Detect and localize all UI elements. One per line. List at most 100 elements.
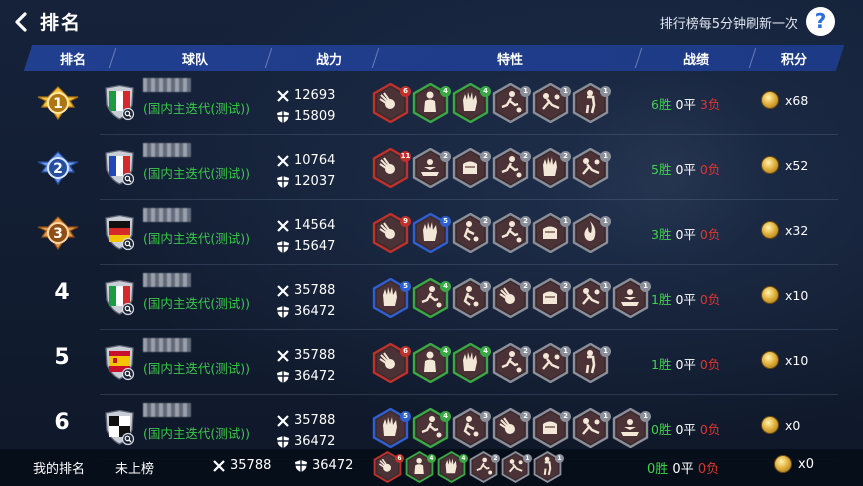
defense-stat: 36472 <box>276 304 335 319</box>
stand-trait-icon[interactable]: 1 <box>533 451 564 483</box>
column-record: 战绩 <box>682 53 710 68</box>
trait-level-badge: 5 <box>400 281 411 292</box>
match-record: 1胜 0平 0负 <box>651 289 720 308</box>
ranking-row[interactable]: 3 (国内主迭代(测试)) 14564 15647 9 5 2 2 1 1 3胜… <box>0 201 863 265</box>
glove-trait-icon[interactable]: 5 <box>372 408 411 448</box>
rank-number: 4 <box>54 280 70 305</box>
glove-trait-icon[interactable]: 2 <box>532 148 571 188</box>
team-server: (国内主迭代(测试)) <box>143 166 251 181</box>
ball-trait-icon[interactable]: 11 <box>372 148 411 188</box>
stand-trait-icon[interactable]: 1 <box>572 83 611 123</box>
my-traits: 6 4 4 2 1 1 <box>373 451 564 483</box>
tackle-trait-icon[interactable]: 1 <box>572 148 611 188</box>
player-trait-icon[interactable]: 4 <box>412 83 451 123</box>
stand-trait-icon[interactable]: 1 <box>572 343 611 383</box>
ball-trait-icon[interactable]: 9 <box>372 213 411 253</box>
trait-level-badge: 1 <box>600 86 611 97</box>
my-defense: 36472 <box>294 458 353 473</box>
score: x32 <box>761 221 808 239</box>
score-value: x32 <box>785 222 809 238</box>
team-name-blurred <box>143 338 191 352</box>
kick-trait-icon[interactable]: 4 <box>412 278 451 318</box>
team-server: (国内主迭代(测试)) <box>143 361 251 376</box>
row-divider <box>100 394 838 395</box>
defense-value: 12037 <box>294 174 336 189</box>
dribble-trait-icon[interactable]: 3 <box>452 408 491 448</box>
ranking-row[interactable]: 2 (国内主迭代(测试)) 10764 12037 11 2 2 2 2 1 5… <box>0 136 863 200</box>
score: x10 <box>761 286 808 304</box>
column-power: 战力 <box>315 53 343 68</box>
team-flag-shield-icon[interactable] <box>104 149 135 186</box>
fist-trait-icon[interactable]: 2 <box>452 148 491 188</box>
trait-level-badge: 2 <box>560 151 571 162</box>
score: x52 <box>761 156 808 174</box>
glove-trait-icon[interactable]: 5 <box>412 213 451 253</box>
losses: 0负 <box>699 292 721 307</box>
attack-stat: 12693 <box>276 88 335 103</box>
team-name-blurred <box>143 403 191 417</box>
trait-level-badge: 5 <box>440 216 451 227</box>
back-button[interactable] <box>10 9 32 35</box>
rank-3-medal-icon: 3 <box>36 213 80 253</box>
row-divider <box>100 134 838 135</box>
draws: 0平 <box>675 357 696 372</box>
ranking-row[interactable]: 5 (国内主迭代(测试)) 35788 36472 6 4 4 2 1 1 1胜… <box>0 331 863 395</box>
kick-trait-icon[interactable]: 1 <box>492 83 531 123</box>
crossed-swords-icon <box>277 154 289 167</box>
ball-trait-icon[interactable]: 2 <box>492 408 531 448</box>
team-flag-shield-icon[interactable] <box>104 409 135 446</box>
kick-trait-icon[interactable]: 2 <box>492 148 531 188</box>
glove-trait-icon[interactable]: 4 <box>452 343 491 383</box>
ranking-row[interactable]: 1 (国内主迭代(测试)) 12693 15809 6 4 4 1 1 1 6胜… <box>0 71 863 135</box>
kick-trait-icon[interactable]: 2 <box>469 451 500 483</box>
glove-trait-icon[interactable]: 4 <box>437 451 468 483</box>
save-trait-icon[interactable]: 2 <box>412 148 451 188</box>
my-score-value: x0 <box>798 456 814 472</box>
save-trait-icon[interactable]: 1 <box>612 408 651 448</box>
fist-trait-icon[interactable]: 1 <box>532 213 571 253</box>
ranking-row[interactable]: 4 (国内主迭代(测试)) 35788 36472 5 4 3 2 2 1 1 … <box>0 266 863 330</box>
crossed-swords-icon <box>277 414 289 427</box>
team-flag-shield-icon[interactable] <box>104 279 135 316</box>
tackle-trait-icon[interactable]: 1 <box>572 278 611 318</box>
tackle-trait-icon[interactable]: 1 <box>501 451 532 483</box>
match-record: 5胜 0平 0负 <box>651 159 720 178</box>
shield-icon <box>277 305 289 318</box>
ball-trait-icon[interactable]: 6 <box>373 451 404 483</box>
tackle-trait-icon[interactable]: 1 <box>532 83 571 123</box>
trait-list: 6 4 4 1 1 1 <box>372 83 611 123</box>
kick-trait-icon[interactable]: 4 <box>412 408 451 448</box>
crossed-swords-icon <box>277 284 289 297</box>
team-flag-shield-icon[interactable] <box>104 344 135 381</box>
coin-icon <box>761 156 779 174</box>
glove-trait-icon[interactable]: 4 <box>452 83 491 123</box>
kick-trait-icon[interactable]: 2 <box>492 213 531 253</box>
kick-trait-icon[interactable]: 2 <box>492 343 531 383</box>
player-trait-icon[interactable]: 4 <box>405 451 436 483</box>
match-record: 0胜 0平 0负 <box>651 419 720 438</box>
ball-trait-icon[interactable]: 6 <box>372 83 411 123</box>
tackle-trait-icon[interactable]: 1 <box>532 343 571 383</box>
glove-trait-icon[interactable]: 5 <box>372 278 411 318</box>
tackle-trait-icon[interactable]: 1 <box>572 408 611 448</box>
column-score: 积分 <box>780 53 808 68</box>
crossed-swords-icon <box>277 89 289 102</box>
ball-trait-icon[interactable]: 2 <box>492 278 531 318</box>
coin-icon <box>761 91 779 109</box>
dribble-trait-icon[interactable]: 3 <box>452 278 491 318</box>
team-flag-shield-icon[interactable] <box>104 84 135 121</box>
fist-trait-icon[interactable]: 2 <box>532 278 571 318</box>
shield-icon <box>277 110 289 123</box>
team-flag-shield-icon[interactable] <box>104 214 135 251</box>
ball-trait-icon[interactable]: 6 <box>372 343 411 383</box>
score: x68 <box>761 91 808 109</box>
trait-level-badge: 2 <box>520 346 531 357</box>
save-trait-icon[interactable]: 1 <box>612 278 651 318</box>
dribble-trait-icon[interactable]: 2 <box>452 213 491 253</box>
help-button[interactable]: ? <box>806 7 835 36</box>
trait-list: 11 2 2 2 2 1 <box>372 148 611 188</box>
column-team: 球队 <box>181 53 209 68</box>
fist-trait-icon[interactable]: 2 <box>532 408 571 448</box>
fire-trait-icon[interactable]: 1 <box>572 213 611 253</box>
player-trait-icon[interactable]: 4 <box>412 343 451 383</box>
